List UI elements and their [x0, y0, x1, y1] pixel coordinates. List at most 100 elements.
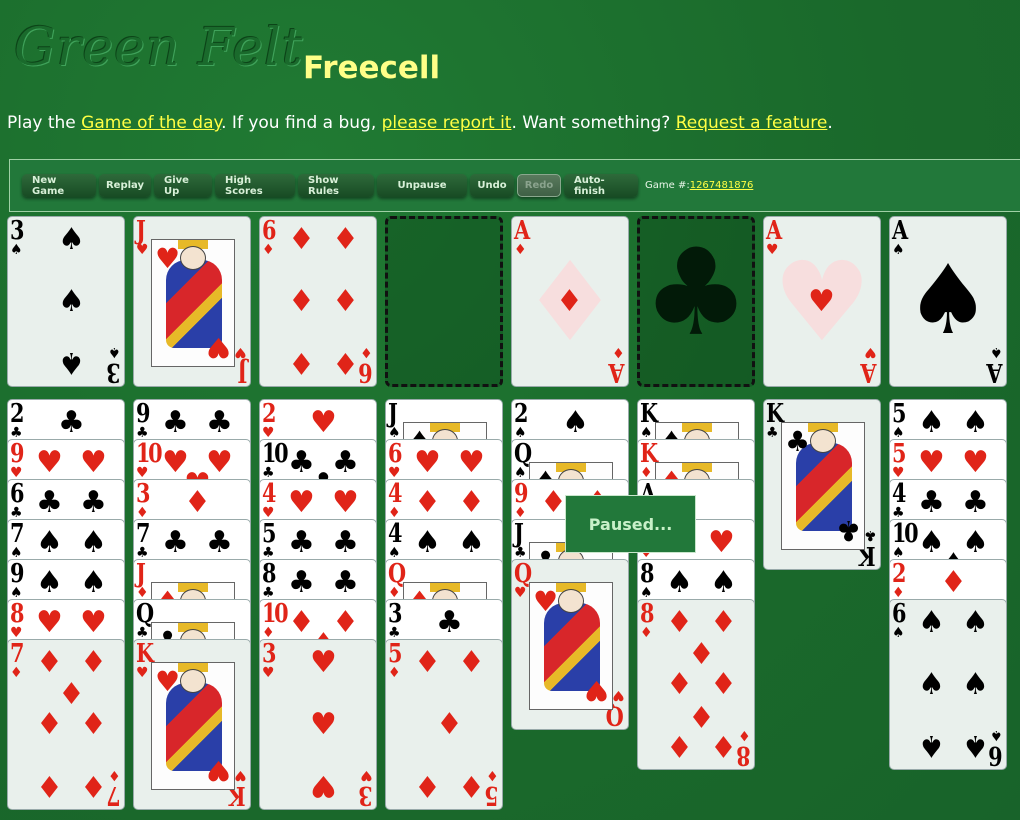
- heart-icon: ♥: [808, 284, 835, 319]
- diamond-icon: ♦: [388, 665, 401, 681]
- give-up-button[interactable]: Give Up: [154, 174, 212, 197]
- card-rank: 7: [136, 519, 150, 549]
- club-icon: ♣: [892, 505, 905, 521]
- heart-icon: ♥: [262, 665, 275, 681]
- card-6-diamond-card[interactable]: 6 ♦ 6 ♦ ♦ ♦ ♦ ♦ ♦ ♦: [259, 216, 377, 387]
- heart-icon: ♥: [533, 585, 559, 618]
- card-rank: 10: [262, 599, 289, 629]
- card-rank: A: [892, 216, 908, 246]
- club-icon: ♣: [162, 525, 189, 560]
- card-3-spade-card[interactable]: 3 ♠ 3 ♠ ♠ ♠ ♠: [7, 216, 125, 387]
- diamond-icon: ♦: [108, 767, 121, 783]
- club-icon: ♣: [785, 425, 811, 458]
- unpause-button[interactable]: Unpause: [377, 174, 467, 197]
- club-icon: ♣: [642, 224, 750, 363]
- card-rank: 8: [262, 559, 276, 589]
- card-rank: 3: [10, 216, 24, 246]
- card-6-spade-card[interactable]: 6 ♠ 6 ♠ ♠ ♠ ♠ ♠ ♠ ♠: [889, 599, 1007, 770]
- card-rank-bottom: J: [239, 357, 248, 387]
- club-icon: ♣: [436, 605, 463, 640]
- spade-icon: ♠: [892, 625, 905, 641]
- diamond-icon: ♦: [80, 645, 107, 680]
- jack-face-art: ♥ ♥: [151, 239, 235, 367]
- card-rank: 10: [892, 519, 919, 549]
- card-rank: 4: [892, 479, 906, 509]
- diamond-icon: ♦: [262, 242, 275, 258]
- card-rank: Q: [136, 599, 154, 629]
- card-a-spade-card[interactable]: A ♠ A ♠ ♠: [889, 216, 1007, 387]
- heart-icon: ♥: [36, 605, 63, 640]
- card-rank: 7: [10, 519, 24, 549]
- heart-icon: ♥: [612, 687, 625, 703]
- card-5-diamond-card[interactable]: 5 ♦ 5 ♦ ♦ ♦ ♦ ♦ ♦: [385, 639, 503, 810]
- free-cell-empty-slot[interactable]: [385, 216, 503, 387]
- request-feature-link[interactable]: Request a feature: [676, 113, 828, 133]
- heart-icon: ♥: [310, 405, 337, 440]
- club-icon: ♣: [136, 545, 149, 561]
- heart-icon: ♥: [332, 485, 359, 520]
- spade-icon: ♠: [108, 344, 121, 360]
- card-q-heart-card[interactable]: Q ♥ Q ♥ ♥ ♥: [511, 559, 629, 730]
- card-k-club-card[interactable]: K ♣ K ♣ ♣ ♣: [763, 399, 881, 570]
- heart-icon: ♥: [205, 331, 231, 364]
- diamond-icon: ♦: [640, 465, 653, 481]
- card-rank: 9: [10, 439, 24, 469]
- diamond-icon: ♦: [710, 605, 737, 640]
- card-j-heart-card[interactable]: J ♥ J ♥ ♥ ♥: [133, 216, 251, 387]
- card-rank: 5: [892, 399, 906, 429]
- auto-finish-button[interactable]: Auto-finish: [564, 174, 638, 197]
- game-number-link[interactable]: 1267481876: [690, 180, 754, 191]
- card-rank: 9: [514, 479, 528, 509]
- spade-icon: ♠: [918, 405, 945, 440]
- spade-icon: ♠: [962, 605, 989, 640]
- diamond-icon: ♦: [710, 728, 737, 763]
- heart-icon: ♥: [205, 754, 231, 787]
- intro-text: Play the Game of the day. If you find a …: [7, 113, 833, 133]
- club-icon: ♣: [136, 625, 149, 641]
- report-bug-link[interactable]: please report it: [382, 113, 512, 133]
- club-icon: ♣: [162, 405, 189, 440]
- card-8-diamond-card[interactable]: 8 ♦ 8 ♦ ♦ ♦ ♦ ♦ ♦ ♦ ♦ ♦: [637, 599, 755, 770]
- spade-icon: ♠: [514, 425, 527, 441]
- game-number: Game #:1267481876: [645, 180, 753, 191]
- card-7-diamond-card[interactable]: 7 ♦ 7 ♦ ♦ ♦ ♦ ♦ ♦ ♦ ♦: [7, 639, 125, 810]
- card-a-diamond-card[interactable]: A ♦ A ♦ ♦ ♦: [511, 216, 629, 387]
- head-art: [810, 429, 836, 453]
- card-rank-bottom: 7: [108, 780, 121, 810]
- foundation-empty-slot[interactable]: ♣: [637, 216, 755, 387]
- heart-icon: ♥: [10, 465, 23, 481]
- card-rank: Q: [514, 559, 532, 589]
- card-a-heart-card[interactable]: A ♥ A ♥ ♥ ♥: [763, 216, 881, 387]
- undo-button[interactable]: Undo: [470, 174, 514, 197]
- diamond-icon: ♦: [262, 625, 275, 641]
- spade-icon: ♠: [640, 585, 653, 601]
- card-3-heart-card[interactable]: 3 ♥ 3 ♥ ♥ ♥ ♥: [259, 639, 377, 810]
- card-rank: K: [136, 639, 154, 669]
- card-k-heart-card[interactable]: K ♥ K ♥ ♥ ♥: [133, 639, 251, 810]
- game-of-the-day-link[interactable]: Game of the day: [81, 113, 221, 133]
- head-art: [180, 669, 206, 693]
- heart-icon: ♥: [414, 445, 441, 480]
- spade-icon: ♠: [562, 405, 589, 440]
- high-scores-button[interactable]: High Scores: [215, 174, 295, 197]
- replay-button[interactable]: Replay: [99, 174, 151, 197]
- king-face-art: ♥ ♥: [151, 662, 235, 790]
- card-rank: 8: [640, 559, 654, 589]
- show-rules-button[interactable]: Show Rules: [298, 174, 374, 197]
- spade-icon: ♠: [710, 565, 737, 600]
- king-face-art: ♣ ♣: [781, 422, 865, 550]
- card-rank: 9: [136, 399, 150, 429]
- club-icon: ♣: [332, 525, 359, 560]
- card-rank: K: [640, 439, 658, 469]
- diamond-icon: ♦: [514, 505, 527, 521]
- card-rank-bottom: 6: [360, 357, 373, 387]
- redo-button[interactable]: Redo: [517, 174, 561, 197]
- heart-icon: ♥: [80, 605, 107, 640]
- spade-icon: ♠: [918, 605, 945, 640]
- diamond-icon: ♦: [458, 645, 485, 680]
- heart-icon: ♥: [310, 645, 337, 680]
- heart-icon: ♥: [310, 768, 337, 803]
- diamond-icon: ♦: [332, 345, 359, 380]
- paused-overlay: Paused...: [565, 495, 696, 553]
- new-game-button[interactable]: New Game: [22, 174, 96, 197]
